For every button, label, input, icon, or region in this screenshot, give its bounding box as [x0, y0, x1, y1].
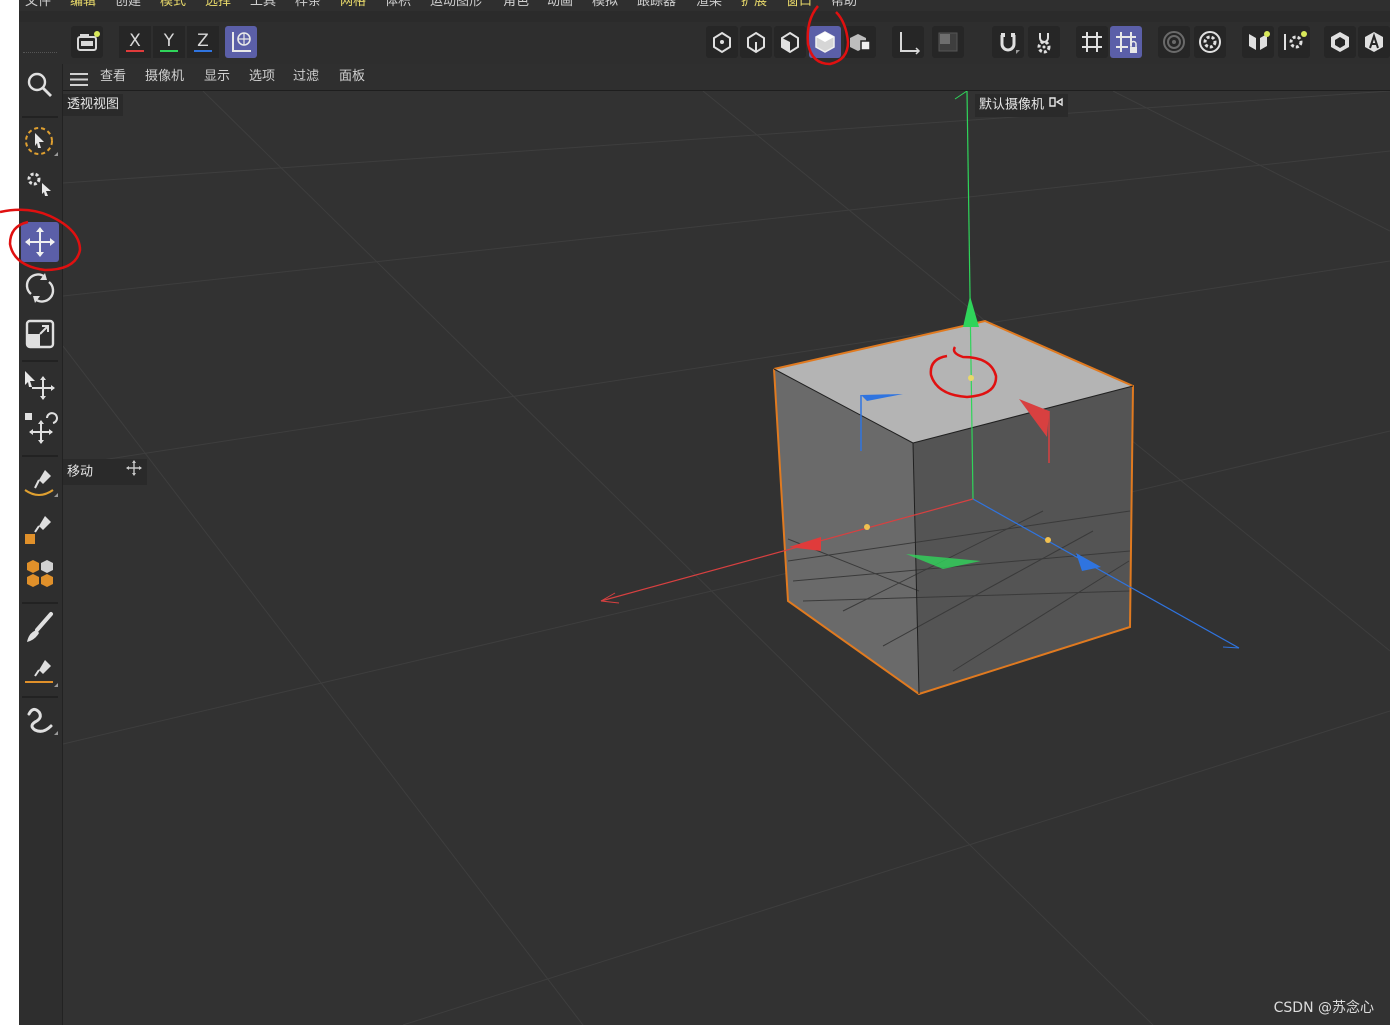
menu-bar: 文件 编辑 创建 模式 选择 工具 样条 网格 体积 运动图形 角色 动画 模拟…: [19, 0, 1390, 11]
menu-create[interactable]: 创建: [115, 0, 141, 11]
edges-mode-icon[interactable]: [740, 26, 772, 58]
symmetry-settings-icon[interactable]: [1278, 26, 1310, 58]
main-toolbar: X Y Z: [19, 22, 1390, 65]
texture-mode-icon[interactable]: [844, 26, 876, 58]
toolbar-grip[interactable]: [23, 52, 57, 56]
spline-icon[interactable]: [21, 700, 59, 740]
viewport-menu-panel[interactable]: 面板: [339, 64, 365, 90]
menu-edit[interactable]: 编辑: [70, 0, 96, 11]
menu-mograph[interactable]: 运动图形: [430, 0, 482, 11]
menu-window[interactable]: 窗口: [786, 0, 812, 11]
floor-grid: [63, 91, 1390, 1025]
pen-line-icon[interactable]: [21, 652, 59, 692]
menu-file[interactable]: 文件: [25, 0, 51, 11]
viewport-menu-view[interactable]: 查看: [100, 64, 126, 90]
menu-tracker[interactable]: 跟踪器: [637, 0, 676, 11]
symmetry-icon[interactable]: [1242, 26, 1274, 58]
pen-shape-icon[interactable]: [21, 508, 59, 548]
viewport-scene: [63, 91, 1390, 1025]
menu-simulate[interactable]: 模拟: [592, 0, 618, 11]
menu-render[interactable]: 渲染: [696, 0, 722, 11]
pen-curve-icon[interactable]: [21, 462, 59, 502]
viewport-menu-bar: 查看 摄像机 显示 选项 过滤 面板: [63, 64, 1390, 91]
hamburger-menu-icon[interactable]: [70, 71, 88, 86]
tool-label-text: 移动: [67, 464, 94, 480]
model-mode-icon[interactable]: [809, 26, 841, 58]
cubes-icon[interactable]: [21, 554, 59, 594]
render-settings-icon[interactable]: [1194, 26, 1226, 58]
axis-x-lock[interactable]: X: [119, 26, 151, 58]
menu-help[interactable]: 帮助: [831, 0, 857, 11]
axis-x-label: X: [129, 31, 141, 51]
tool-label: 移动: [63, 459, 148, 485]
viewport-menu-cameras[interactable]: 摄像机: [145, 64, 184, 90]
brush-icon[interactable]: [21, 608, 59, 648]
cube-object: [773, 319, 1135, 696]
camera-icon[interactable]: [71, 26, 103, 58]
axis-y-label: Y: [163, 31, 175, 51]
menu-spline[interactable]: 样条: [295, 0, 321, 11]
world-coordinates-icon[interactable]: [225, 26, 257, 58]
viewport-menu-filter[interactable]: 过滤: [293, 64, 319, 90]
viewport-title: 透视视图: [63, 94, 124, 116]
viewport-menu-display[interactable]: 显示: [204, 64, 230, 90]
snap-settings-icon[interactable]: [1028, 26, 1060, 58]
menu-character[interactable]: 角色: [503, 0, 529, 11]
axis-z-label: Z: [197, 31, 209, 51]
menu-select[interactable]: 选择: [205, 0, 231, 11]
perspective-viewport[interactable]: 透视视图 默认摄像机 移动 CSDN @苏念心: [63, 91, 1390, 1025]
render-region-icon[interactable]: [1158, 26, 1190, 58]
camera-link-icon: [1048, 94, 1064, 116]
axis-mode-icon[interactable]: [892, 26, 924, 58]
camera-label-text: 默认摄像机: [979, 97, 1045, 113]
transform-all-icon[interactable]: [21, 409, 59, 449]
avatar-icon[interactable]: [1358, 26, 1390, 58]
cinema4d-window: 文件 编辑 创建 模式 选择 工具 样条 网格 体积 运动图形 角色 动画 模拟…: [19, 0, 1390, 1025]
axis-z-lock[interactable]: Z: [187, 26, 219, 58]
hexagon-icon[interactable]: [1324, 26, 1356, 58]
menu-extensions[interactable]: 扩展: [741, 0, 767, 11]
snap-icon[interactable]: [992, 26, 1024, 58]
workplane-icon[interactable]: [1110, 26, 1142, 58]
menu-mesh[interactable]: 网格: [340, 0, 366, 11]
solo-icon[interactable]: [932, 26, 964, 58]
live-select-icon[interactable]: [21, 121, 59, 161]
tool-palette: [19, 64, 63, 1025]
camera-label[interactable]: 默认摄像机: [975, 94, 1069, 117]
menu-animate[interactable]: 动画: [547, 0, 573, 11]
points-mode-icon[interactable]: [706, 26, 738, 58]
select-settings-icon[interactable]: [21, 165, 59, 205]
transform-move-icon[interactable]: [21, 365, 59, 405]
watermark: CSDN @苏念心: [1273, 1000, 1374, 1016]
polygons-mode-icon[interactable]: [774, 26, 806, 58]
move-icon[interactable]: [21, 222, 59, 262]
scale-icon[interactable]: [21, 314, 59, 354]
grid-icon[interactable]: [1076, 26, 1108, 58]
axis-y-lock[interactable]: Y: [153, 26, 185, 58]
search-icon[interactable]: [21, 66, 59, 106]
menu-tools[interactable]: 工具: [250, 0, 276, 11]
rotate-icon[interactable]: [21, 268, 59, 308]
move-small-icon: [125, 459, 143, 485]
viewport-menu-options[interactable]: 选项: [249, 64, 275, 90]
menu-volume[interactable]: 体积: [385, 0, 411, 11]
menu-mode[interactable]: 模式: [160, 0, 186, 11]
